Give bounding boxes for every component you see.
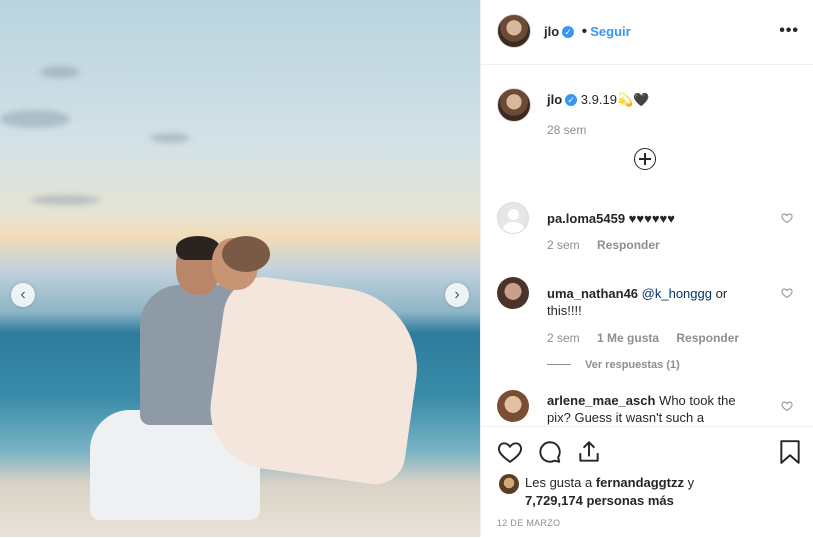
comment-like-heart-icon[interactable] xyxy=(781,287,793,299)
load-more-comments-icon[interactable] xyxy=(634,148,656,170)
comment-mention-link[interactable]: @k_honggg xyxy=(642,286,712,301)
caption-age: 28 sem xyxy=(547,123,587,137)
comment-username[interactable]: pa.loma5459 xyxy=(547,211,625,226)
comment-text: arlene_mae_asch Who took the pix? Guess … xyxy=(547,392,747,426)
comment-username[interactable]: uma_nathan46 xyxy=(547,286,638,301)
view-replies-label[interactable]: Ver respuestas (1) xyxy=(585,359,680,371)
author-avatar[interactable] xyxy=(497,14,531,48)
verified-badge-icon: ✓ xyxy=(562,26,575,38)
verified-badge-icon: ✓ xyxy=(565,94,578,106)
comment-username[interactable]: arlene_mae_asch xyxy=(547,393,655,408)
comment-likes-count[interactable]: 1 Me gusta xyxy=(597,331,659,345)
comment-avatar[interactable] xyxy=(497,202,529,234)
comment-avatar[interactable] xyxy=(497,390,529,422)
more-options-icon[interactable]: ••• xyxy=(779,22,799,40)
comment-like-heart-icon[interactable] xyxy=(781,212,793,224)
comment-body: ♥♥♥♥♥♥ xyxy=(628,211,675,226)
like-heart-icon[interactable] xyxy=(497,439,523,465)
carousel-next-button[interactable]: › xyxy=(445,283,469,307)
liker-username[interactable]: fernandaggtzz xyxy=(596,475,684,490)
reply-button[interactable]: Responder xyxy=(676,331,739,345)
comment-item: uma_nathan46 @k_honggg or this!!!! 2 sem… xyxy=(497,277,797,372)
follow-button[interactable]: Seguir xyxy=(590,24,630,39)
comment-item: pa.loma5459 ♥♥♥♥♥♥ 2 sem Responder xyxy=(497,202,797,262)
default-avatar-body xyxy=(503,222,524,233)
likes-conjunction: y xyxy=(687,475,695,490)
likes-summary: Les gusta a fernandaggtzz y 7,729,174 pe… xyxy=(525,474,785,510)
comment-meta: 2 sem Responder xyxy=(547,238,674,252)
caption-text: 3.9.19💫🖤 xyxy=(580,92,650,107)
comment-item: arlene_mae_asch Who took the pix? Guess … xyxy=(497,390,797,426)
author-username[interactable]: jlo xyxy=(544,24,559,39)
carousel-prev-button[interactable]: ‹ xyxy=(11,283,35,307)
comment-text: pa.loma5459 ♥♥♥♥♥♥ xyxy=(547,210,747,227)
comment-age[interactable]: 2 sem xyxy=(547,331,580,345)
post-side-panel: jlo ✓ • Seguir ••• jlo ✓ 3.9.19💫🖤 28 sem pa… xyxy=(480,0,813,537)
likes-count-link[interactable]: 7,729,174 personas más xyxy=(525,493,674,508)
post-header: jlo ✓ • Seguir ••• xyxy=(481,0,813,65)
comment-text: uma_nathan46 @k_honggg or this!!!! xyxy=(547,285,747,319)
caption: jlo ✓ 3.9.19💫🖤 xyxy=(547,92,649,108)
caption-username[interactable]: jlo xyxy=(547,92,562,107)
bookmark-icon[interactable] xyxy=(779,439,801,465)
post-photo[interactable]: ‹ › xyxy=(0,0,480,537)
likes-prefix: Les gusta a xyxy=(525,475,593,490)
liker-avatar[interactable] xyxy=(499,474,519,494)
reply-button[interactable]: Responder xyxy=(597,238,660,252)
default-avatar-icon xyxy=(508,209,519,220)
replies-divider-line xyxy=(547,364,571,365)
post-actions: Les gusta a fernandaggtzz y 7,729,174 pe… xyxy=(481,426,813,538)
comment-like-heart-icon[interactable] xyxy=(781,400,793,412)
comment-bubble-icon[interactable] xyxy=(537,439,563,465)
view-replies-button[interactable]: Ver respuestas (1) xyxy=(547,359,680,371)
photo-figure-woman-hair xyxy=(222,236,270,272)
comment-avatar[interactable] xyxy=(497,277,529,309)
photo-figure-woman xyxy=(202,272,428,488)
comment-age[interactable]: 2 sem xyxy=(547,238,580,252)
post-date[interactable]: 12 DE MARZO xyxy=(497,518,560,528)
caption-author-avatar[interactable] xyxy=(497,88,531,122)
comment-meta: 2 sem 1 Me gusta Responder xyxy=(547,331,753,345)
share-icon[interactable] xyxy=(576,439,602,465)
separator-dot: • xyxy=(581,23,588,40)
